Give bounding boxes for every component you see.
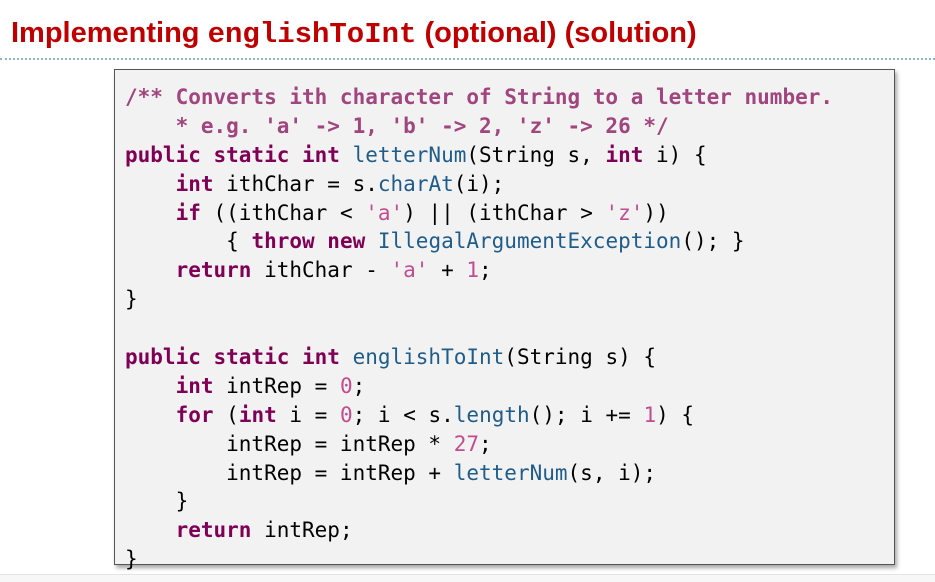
code-line: public static int englishToInt(String s)… [125, 343, 833, 372]
code-token-kw: return [175, 518, 252, 543]
code-token-num: 0 [339, 373, 353, 398]
code-token-plain: ; [479, 431, 492, 456]
code-token-num: 27 [453, 431, 480, 456]
code-token-method: letterNum [453, 460, 568, 485]
code-token-plain: ) { [656, 402, 695, 427]
code-token-plain: (); i += [529, 402, 644, 427]
code-token-str: 'a' [365, 200, 404, 225]
code-token-kw: int [175, 171, 214, 196]
code-line: int ithChar = s.charAt(i); [125, 170, 833, 199]
code-token-comment: /** Converts ith character of String to … [125, 85, 834, 109]
code-block: /** Converts ith character of String to … [114, 69, 895, 571]
code-token-method: IllegalArgumentException [377, 229, 682, 254]
code-token-kw: return [175, 258, 252, 283]
title-prefix: Implementing [11, 17, 208, 49]
code-token-plain: intRep = intRep * [125, 431, 454, 456]
code-token-plain: (s, i); [567, 460, 657, 485]
code-token-kw: public static int [125, 142, 353, 167]
code-token-plain: (String s) { [504, 345, 657, 370]
code-token-method: englishToInt [352, 345, 505, 370]
code-line: } [125, 545, 833, 574]
code-token-plain: ithChar = s. [213, 171, 378, 196]
code-line: intRep = intRep + letterNum(s, i); [125, 459, 833, 488]
code-token-num: 1 [466, 258, 480, 283]
code-token-plain: intRep = intRep + [125, 460, 454, 485]
code-token-plain: ; i < s. [352, 402, 454, 427]
code-line: intRep = intRep * 27; [125, 430, 833, 459]
code-line: } [125, 487, 833, 516]
slide-title: Implementing englishToInt (optional) (so… [11, 13, 697, 55]
code-token-plain: } [125, 287, 138, 312]
code-token-method: length [453, 402, 530, 427]
code-token-plain: } [125, 547, 138, 572]
code-token-kw: for [175, 402, 214, 427]
code-token-plain: + [428, 258, 467, 283]
code-token-kw: int [175, 373, 214, 398]
code-line: public static int letterNum(String s, in… [125, 141, 833, 170]
code-token-plain: i) { [643, 142, 707, 167]
code-line: } [125, 285, 833, 314]
code-token-str: 'z' [605, 200, 644, 225]
code-token-comment: * e.g. 'a' -> 1, 'b' -> 2, 'z' -> 26 */ [125, 113, 669, 138]
code-token-plain: )) [643, 200, 669, 225]
code-line: int intRep = 0; [125, 372, 833, 401]
code-token-plain: ) || (ithChar > [403, 200, 606, 225]
code-token-plain: (String s, [466, 142, 606, 167]
code-token-plain: ; [479, 258, 492, 283]
title-code: englishToInt [207, 18, 417, 51]
code-token-plain: ((ithChar < [200, 200, 366, 225]
code-token-num: 1 [643, 402, 657, 427]
code-line: if ((ithChar < 'a') || (ithChar > 'z')) [125, 199, 833, 228]
code-token-plain: intRep; [251, 518, 353, 543]
bottom-edge [0, 574, 935, 582]
code-line: return ithChar - 'a' + 1; [125, 256, 833, 285]
code-token-plain: ( [213, 402, 239, 427]
code-token-plain: i = [276, 402, 340, 427]
title-divider [0, 58, 935, 60]
code-token-plain: ; [352, 373, 366, 398]
code-line: for (int i = 0; i < s.length(); i += 1) … [125, 401, 833, 430]
code-token-kw: throw new [251, 229, 378, 254]
code-token-plain: ithChar - [251, 258, 391, 283]
code-token-kw: int [605, 142, 644, 167]
code-line: return intRep; [125, 516, 833, 545]
code-token-plain: intRep = [213, 373, 340, 398]
code-line: { throw new IllegalArgumentException(); … [125, 227, 833, 256]
code-token-method: letterNum [352, 142, 467, 167]
code-token-kw: if [175, 200, 201, 225]
code-line: * e.g. 'a' -> 1, 'b' -> 2, 'z' -> 26 */ [125, 112, 833, 141]
code-token-plain: (); } [681, 229, 745, 254]
code-token-kw: public static int [125, 345, 353, 370]
title-suffix: (optional) (solution) [416, 17, 697, 49]
code-token-plain: } [125, 489, 189, 514]
code-token-str: 'a' [390, 258, 429, 283]
code-token-plain: (i); [453, 171, 505, 196]
code-token-plain: { [125, 229, 252, 254]
code-listing: /** Converts ith character of String to … [125, 83, 833, 574]
code-token-num: 0 [339, 402, 353, 427]
code-line: /** Converts ith character of String to … [125, 83, 833, 112]
code-token-method: charAt [377, 171, 454, 196]
code-token-kw: int [238, 402, 277, 427]
